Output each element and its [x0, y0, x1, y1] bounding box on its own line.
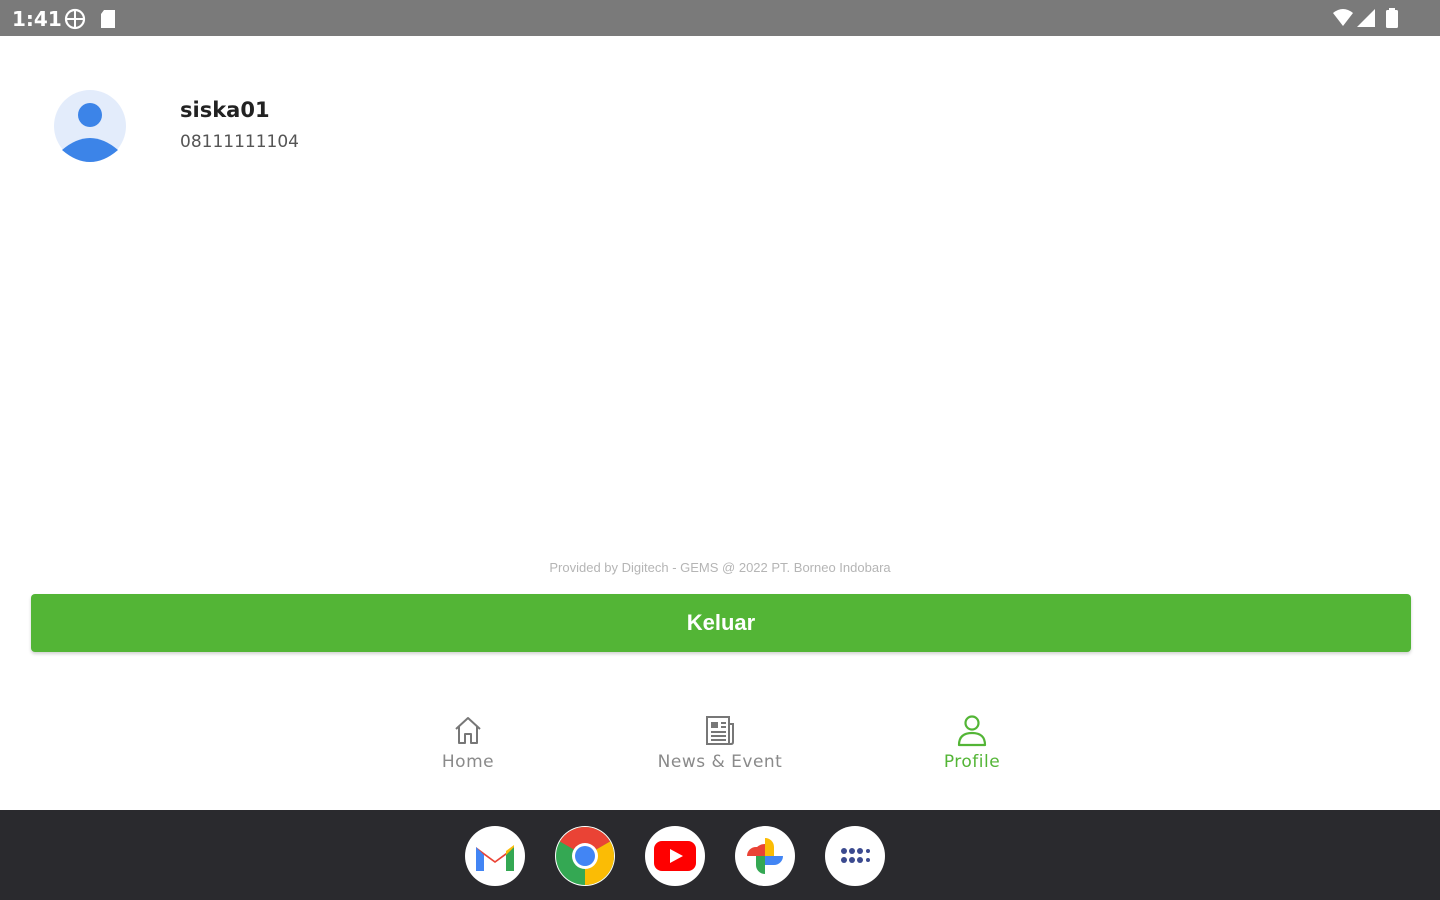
- photos-app[interactable]: [735, 826, 795, 886]
- chrome-icon: [556, 827, 614, 885]
- profile-username: siska01: [180, 98, 270, 122]
- status-bar: 1:41: [0, 0, 1440, 36]
- app-drawer-icon: [841, 848, 870, 863]
- youtube-icon: [654, 841, 696, 871]
- status-time: 1:41: [12, 7, 62, 31]
- chrome-app[interactable]: [555, 826, 615, 886]
- vpn-globe-icon: [64, 8, 86, 30]
- gmail-app[interactable]: [465, 826, 525, 886]
- app-dock: [0, 810, 1440, 900]
- footer-credit: Provided by Digitech - GEMS @ 2022 PT. B…: [549, 560, 891, 575]
- home-icon: [455, 717, 481, 744]
- youtube-app[interactable]: [645, 826, 705, 886]
- nav-profile[interactable]: Profile: [872, 712, 1072, 782]
- photos-icon: [747, 838, 783, 874]
- nav-home-label: Home: [441, 752, 495, 772]
- wifi-icon: [1333, 9, 1353, 26]
- avatar: [54, 90, 126, 162]
- nav-profile-label: Profile: [943, 752, 1001, 772]
- person-icon: [957, 715, 987, 747]
- profile-phone: 08111111104: [180, 132, 299, 152]
- newspaper-icon: [706, 716, 734, 745]
- app-drawer[interactable]: [825, 826, 885, 886]
- gmail-icon: [476, 845, 514, 871]
- logout-button[interactable]: Keluar: [31, 594, 1411, 652]
- person-avatar-icon: [54, 90, 126, 162]
- battery-icon: [1386, 8, 1398, 28]
- nav-home[interactable]: Home: [368, 712, 568, 782]
- sd-card-icon: [101, 10, 115, 28]
- nav-news-event[interactable]: News & Event: [620, 712, 820, 782]
- signal-icon: [1357, 9, 1375, 27]
- nav-news-event-label: News & Event: [657, 752, 783, 772]
